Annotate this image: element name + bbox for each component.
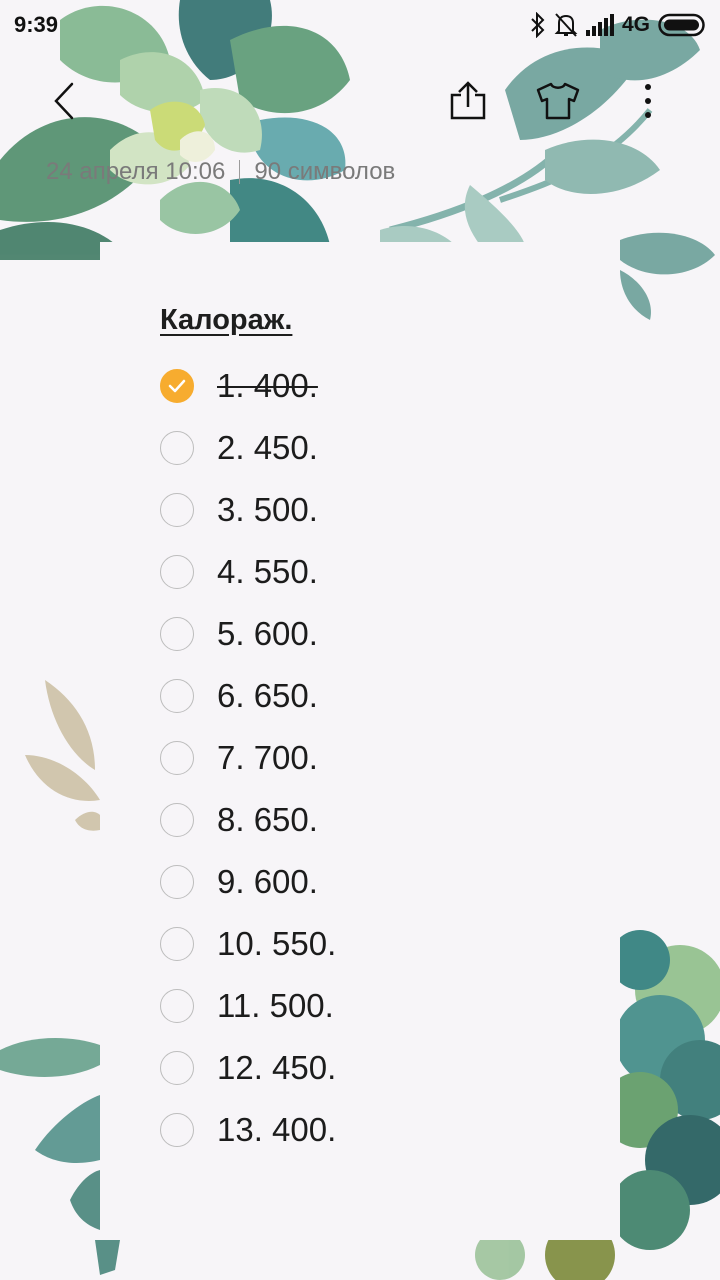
bell-muted-icon bbox=[554, 12, 578, 38]
checklist-item: 6. 650. bbox=[160, 665, 600, 727]
checklist-item: 2. 450. bbox=[160, 417, 600, 479]
more-button[interactable] bbox=[608, 58, 688, 148]
checkbox[interactable] bbox=[160, 1113, 194, 1147]
checkbox[interactable] bbox=[160, 803, 194, 837]
checklist: 1. 400. 2. 450. 3. 500. 4. 550. 5. 600. 6. 65… bbox=[160, 355, 600, 1161]
checklist-item: 8. 650. bbox=[160, 789, 600, 851]
checkbox[interactable] bbox=[160, 431, 194, 465]
checkbox[interactable] bbox=[160, 493, 194, 527]
checkbox[interactable] bbox=[160, 617, 194, 651]
checklist-item: 7. 700. bbox=[160, 727, 600, 789]
checklist-item: 9. 600. bbox=[160, 851, 600, 913]
checklist-item: 1. 400. bbox=[160, 355, 600, 417]
checklist-item-text[interactable]: 13. 400. bbox=[217, 1111, 336, 1149]
checklist-item-text[interactable]: 7. 700. bbox=[217, 739, 318, 777]
checklist-item-text[interactable]: 5. 600. bbox=[217, 615, 318, 653]
checklist-item-text[interactable]: 8. 650. bbox=[217, 801, 318, 839]
note-date: 24 апреля 10:06 bbox=[46, 158, 226, 185]
checklist-item-text[interactable]: 9. 600. bbox=[217, 863, 318, 901]
note-title[interactable]: Калораж. bbox=[160, 304, 292, 337]
checkbox[interactable] bbox=[160, 989, 194, 1023]
checklist-item: 5. 600. bbox=[160, 603, 600, 665]
checklist-item-text[interactable]: 4. 550. bbox=[217, 553, 318, 591]
checkbox[interactable] bbox=[160, 555, 194, 589]
checklist-item: 3. 500. bbox=[160, 479, 600, 541]
note-char-count: 90 символов bbox=[254, 158, 396, 185]
checklist-item-text[interactable]: 6. 650. bbox=[217, 677, 318, 715]
more-icon bbox=[643, 83, 653, 124]
checklist-item-text[interactable]: 11. 500. bbox=[217, 987, 334, 1025]
network-type: 4G bbox=[621, 13, 650, 36]
checklist-item: 11. 500. bbox=[160, 975, 600, 1037]
beige-leaf-illustration bbox=[25, 680, 100, 831]
share-button[interactable] bbox=[428, 58, 508, 148]
note-toolbar bbox=[0, 58, 720, 148]
checklist-item-text[interactable]: 3. 500. bbox=[217, 491, 318, 529]
signal-icon bbox=[585, 14, 614, 36]
status-bar: 9:39 4G bbox=[0, 0, 720, 52]
checkbox[interactable] bbox=[160, 679, 194, 713]
checklist-item: 10. 550. bbox=[160, 913, 600, 975]
status-icons: 4G bbox=[530, 10, 708, 40]
theme-button[interactable] bbox=[518, 58, 598, 148]
battery-icon bbox=[658, 13, 708, 37]
share-icon bbox=[448, 80, 488, 126]
checklist-item-text[interactable]: 12. 450. bbox=[217, 1049, 336, 1087]
checkbox[interactable] bbox=[160, 927, 194, 961]
meta-divider bbox=[239, 160, 241, 184]
note-meta: 24 апреля 10:06 90 символов bbox=[46, 158, 395, 186]
checkbox[interactable] bbox=[160, 1051, 194, 1085]
bluetooth-icon bbox=[530, 12, 546, 38]
status-time: 9:39 bbox=[14, 12, 59, 37]
back-button[interactable] bbox=[24, 58, 104, 148]
checklist-item-text[interactable]: 10. 550. bbox=[217, 925, 336, 963]
checklist-item-text[interactable]: 1. 400. bbox=[217, 367, 318, 405]
checklist-item: 12. 450. bbox=[160, 1037, 600, 1099]
back-icon bbox=[52, 81, 76, 126]
checkmark-icon bbox=[168, 379, 186, 393]
checklist-item: 4. 550. bbox=[160, 541, 600, 603]
theme-shirt-icon bbox=[534, 81, 582, 126]
checklist-item: 13. 400. bbox=[160, 1099, 600, 1161]
checkbox[interactable] bbox=[160, 865, 194, 899]
checkbox[interactable] bbox=[160, 369, 194, 403]
checkbox[interactable] bbox=[160, 741, 194, 775]
checklist-item-text[interactable]: 2. 450. bbox=[217, 429, 318, 467]
